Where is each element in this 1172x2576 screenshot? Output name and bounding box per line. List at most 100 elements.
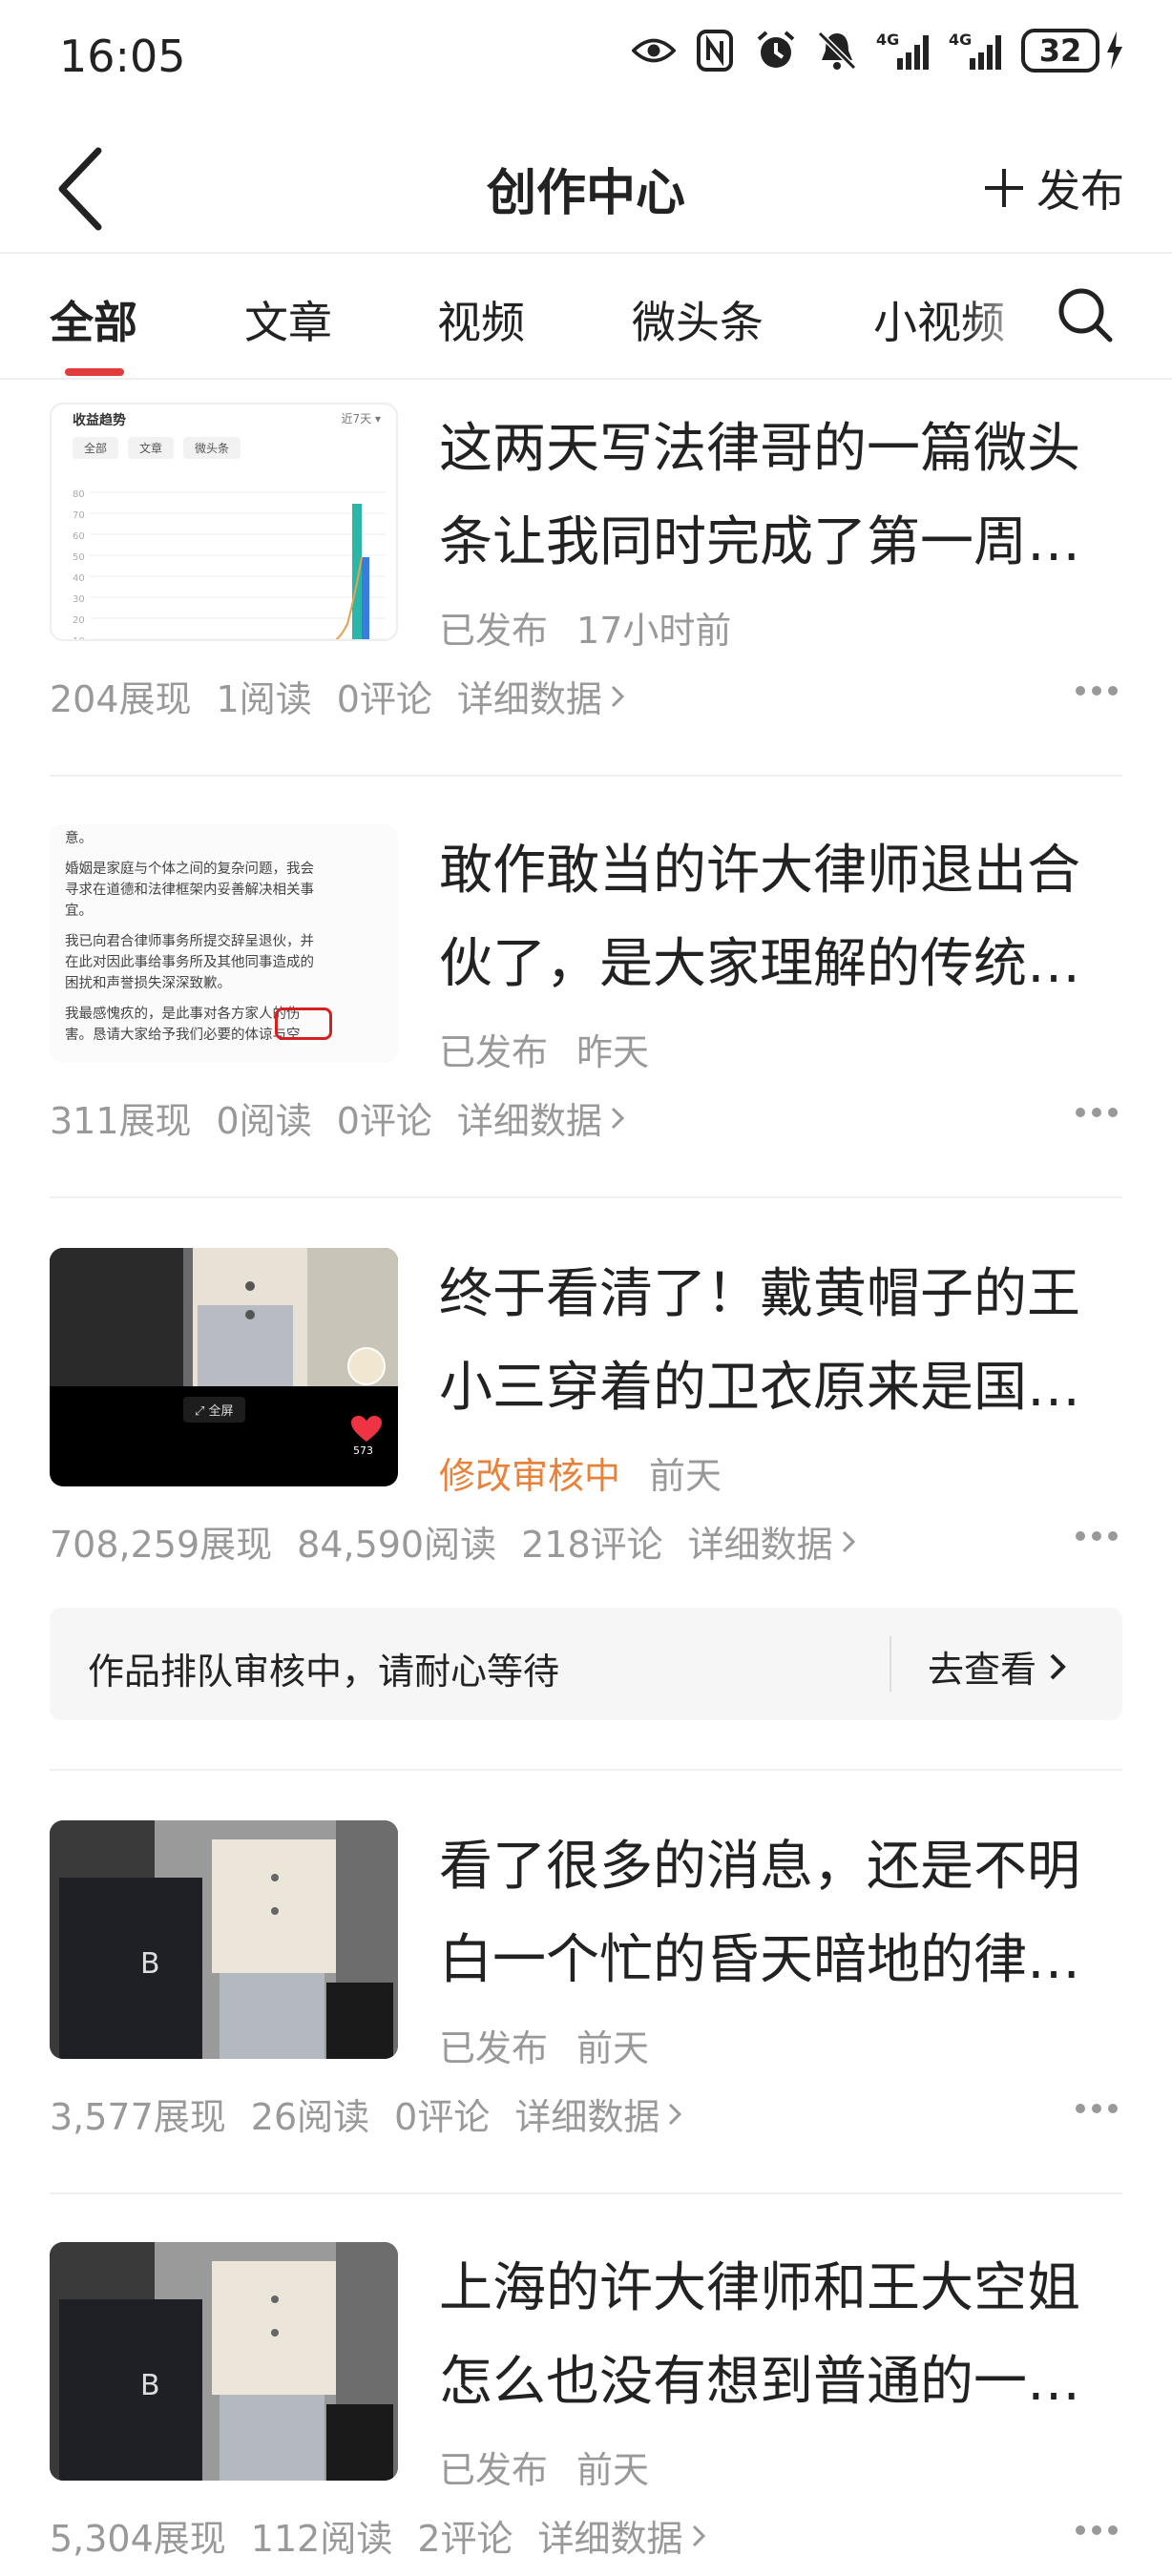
post-meta: 已发布 昨天 [439,1023,649,1075]
y-tick: 80 [73,489,85,500]
signal-icon-2: 4G [949,29,1004,73]
post-time: 17小时前 [576,610,732,652]
thumb-chip: 全部 [73,437,119,459]
post-title[interactable]: 终于看清了！戴黄帽子的王小三穿着的卫衣原来是国… [439,1248,1088,1435]
views-count: 3,577展现 [50,2096,226,2138]
search-button[interactable] [1055,284,1116,345]
y-tick: 60 [73,531,85,542]
detail-data-label: 详细数据 [456,678,602,720]
views-count: 204展现 [50,678,192,720]
detail-data-link[interactable]: 详细数据 [514,2088,682,2140]
thumb-line: 害。恳请大家给予我们必要的体谅与空 [65,1028,301,1043]
tab-micro-posts[interactable]: 微头条 [632,288,764,351]
reads-count: 112阅读 [250,2518,393,2560]
comments-count: 0评论 [336,1100,432,1142]
chevron-right-icon [611,685,625,707]
chevron-right-icon [611,1107,625,1129]
views-count: 708,259展现 [50,1524,273,1566]
y-tick: 50 [73,552,85,563]
post-thumbnail[interactable]: 意。 婚姻是家庭与个体之间的复杂问题，我会 寻求在道德和法律框架内妥善解决相关事… [50,824,398,1063]
svg-text:B: B [140,1947,160,1981]
avatar [347,1347,386,1385]
detail-data-label: 详细数据 [456,1100,602,1142]
y-tick: 70 [73,510,85,521]
tab-videos[interactable]: 视频 [437,288,525,351]
views-count: 311展现 [50,1100,192,1142]
y-tick: 20 [73,615,85,626]
thumb-chip: 文章 [128,437,175,459]
mute-icon [815,29,859,73]
thumb-line: 意。 [65,831,93,846]
tab-fade [964,256,1040,378]
battery-indicator: 32 [1021,29,1124,73]
detail-data-link[interactable]: 详细数据 [688,1515,856,1568]
comments-count: 0评论 [336,678,432,720]
eye-icon [632,29,676,73]
tab-bar: 全部 文章 视频 微头条 小视频 [0,256,1172,378]
more-options-icon[interactable] [1075,2524,1119,2536]
svg-text:4G: 4G [949,31,972,49]
post-meta: 已发布 前天 [439,2019,649,2071]
search-icon [1058,288,1113,343]
post-time: 前天 [649,1455,722,1497]
thumb-chart-yaxis: 80 70 60 50 40 30 20 10 [73,485,92,639]
post-title[interactable]: 上海的许大律师和王大空姐怎么也没有想到普通的一… [439,2242,1088,2429]
tab-all[interactable]: 全部 [50,288,137,351]
detail-data-link[interactable]: 详细数据 [457,670,625,722]
review-notice-banner: 作品排队审核中，请耐心等待 去查看 [50,1608,1122,1720]
thumb-line: 我已向君合律师事务所提交辞呈退伙，并 [65,934,314,949]
detail-data-link[interactable]: 详细数据 [457,1091,625,1144]
post-stats: 204展现 1阅读 0评论 详细数据 [50,670,625,722]
reads-count: 26阅读 [250,2096,370,2138]
post-title[interactable]: 这两天写法律哥的一篇微头条让我同时完成了第一周… [439,403,1088,590]
divider [0,378,1172,380]
tab-articles[interactable]: 文章 [244,288,332,351]
status-time: 16:05 [59,31,186,82]
post-meta: 已发布 前天 [439,2441,649,2493]
comments-count: 218评论 [521,1524,663,1566]
post-title[interactable]: 敢作敢当的许大律师退出合伙了，是大家理解的传统… [439,824,1088,1011]
plus-icon [985,169,1023,207]
more-options-icon[interactable] [1075,1530,1119,1542]
post-status: 已发布 [439,1031,549,1073]
comments-count: 2评论 [417,2518,513,2560]
divider [50,1196,1122,1198]
svg-text:4G: 4G [876,31,899,49]
post-status: 已发布 [439,2449,549,2491]
post-stats: 708,259展现 84,590阅读 218评论 详细数据 [50,1515,856,1568]
more-options-icon[interactable] [1075,1107,1119,1118]
more-options-icon[interactable] [1075,2103,1119,2114]
post-thumbnail[interactable]: ⤢ 全屏 573 [50,1248,398,1486]
post-stats: 3,577展现 26阅读 0评论 详细数据 [50,2088,682,2140]
divider [50,2192,1122,2194]
expand-icon: ⤢ [195,1404,209,1419]
notice-separator [889,1636,891,1692]
fullscreen-button[interactable]: ⤢ 全屏 [183,1397,245,1423]
photo: B [50,1820,398,2059]
detail-data-label: 详细数据 [687,1524,833,1566]
chevron-right-icon [1050,1653,1066,1679]
more-options-icon[interactable] [1075,685,1119,696]
post-meta: 修改审核中 前天 [439,1446,722,1499]
reads-count: 0阅读 [216,1100,312,1142]
go-check-button[interactable]: 去查看 [928,1640,1067,1693]
detail-data-link[interactable]: 详细数据 [538,2509,706,2562]
post-status: 已发布 [439,2027,549,2069]
photo: B [50,2242,398,2481]
thumb-line: 我最感愧疚的，是此事对各方家人的伤 [65,1007,301,1022]
status-bar: 16:05 4G 4G 32 [0,0,1172,114]
chevron-right-icon [842,1530,855,1552]
thumb-chart-chips: 全部 文章 微头条 [73,437,241,459]
divider [0,252,1172,254]
post-thumbnail[interactable]: 收益趋势 近7天 ▾ 全部 文章 微头条 80 70 60 50 40 30 2… [50,403,398,641]
thumb-line: 困扰和声誉损失深深致歉。 [65,976,231,991]
thumb-line: 寻求在道德和法律框架内妥善解决相关事 [65,883,314,898]
publish-button[interactable]: 发布 [983,156,1124,219]
post-title[interactable]: 看了很多的消息，还是不明白一个忙的昏天暗地的律… [439,1820,1088,2007]
post-thumbnail[interactable]: B [50,1820,398,2059]
post-thumbnail[interactable]: B [50,2242,398,2481]
reads-count: 84,590阅读 [297,1524,497,1566]
comments-count: 0评论 [394,2096,491,2138]
thumb-line: 在此对因此事给事务所及其他同事造成的 [65,955,314,970]
title-bar: 创作中心 发布 [0,124,1172,253]
